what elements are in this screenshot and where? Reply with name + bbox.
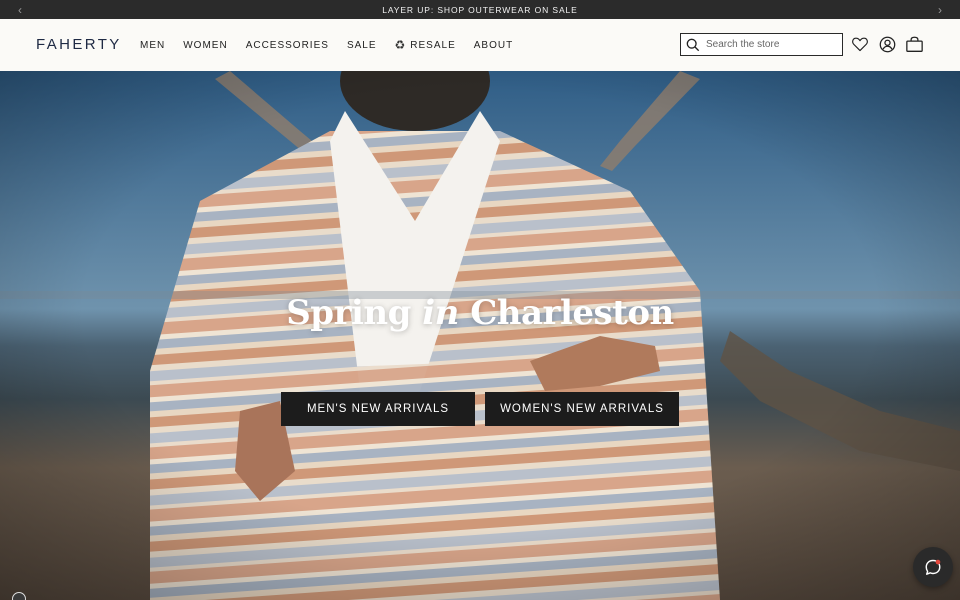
chat-icon xyxy=(925,559,941,575)
nav-item-about[interactable]: ABOUT xyxy=(474,38,513,52)
hero-banner: Spring in Charleston MEN'S NEW ARRIVALS … xyxy=(0,71,960,600)
womens-new-arrivals-button[interactable]: WOMEN'S NEW ARRIVALS xyxy=(485,392,679,426)
nav-item-label: ABOUT xyxy=(473,39,514,51)
search-input[interactable] xyxy=(706,39,834,50)
heart-icon[interactable] xyxy=(850,34,870,54)
logo[interactable]: FAHERTY xyxy=(36,36,122,53)
main-nav: MEN WOMEN ACCESSORIES SALE ♻ RESALE ABOUT xyxy=(140,38,531,52)
accessibility-icon[interactable] xyxy=(12,592,26,600)
nav-item-resale[interactable]: ♻ RESALE xyxy=(395,38,456,52)
hero-title-part: Charleston xyxy=(458,293,674,333)
recycle-icon: ♻ xyxy=(394,38,407,52)
bag-icon[interactable] xyxy=(904,34,924,54)
announcement-bar: ‹ LAYER UP: SHOP OUTERWEAR ON SALE › xyxy=(0,0,960,19)
nav-item-label: MEN xyxy=(140,39,166,51)
hero-title-part: Spring xyxy=(286,293,423,333)
chevron-left-icon[interactable]: ‹ xyxy=(10,0,30,19)
nav-item-label: SALE xyxy=(346,39,377,51)
nav-item-men[interactable]: MEN xyxy=(140,38,165,52)
chevron-right-icon[interactable]: › xyxy=(930,0,950,19)
announcement-text[interactable]: LAYER UP: SHOP OUTERWEAR ON SALE xyxy=(382,5,578,15)
site-header: FAHERTY MEN WOMEN ACCESSORIES SALE ♻ RESA… xyxy=(0,19,960,71)
search-box[interactable] xyxy=(680,33,843,56)
nav-item-label: ACCESSORIES xyxy=(245,39,329,51)
hero-title-italic: in xyxy=(422,293,459,333)
hero-title: Spring in Charleston xyxy=(0,293,960,333)
account-icon[interactable] xyxy=(877,34,897,54)
nav-item-women[interactable]: WOMEN xyxy=(183,38,227,52)
nav-item-accessories[interactable]: ACCESSORIES xyxy=(246,38,329,52)
mens-new-arrivals-button[interactable]: MEN'S NEW ARRIVALS xyxy=(281,392,475,426)
chat-button[interactable] xyxy=(913,547,953,587)
nav-item-sale[interactable]: SALE xyxy=(347,38,377,52)
nav-item-label: WOMEN xyxy=(183,39,228,51)
hero-image xyxy=(0,71,960,600)
nav-item-label: RESALE xyxy=(410,39,456,51)
search-icon xyxy=(686,38,700,51)
